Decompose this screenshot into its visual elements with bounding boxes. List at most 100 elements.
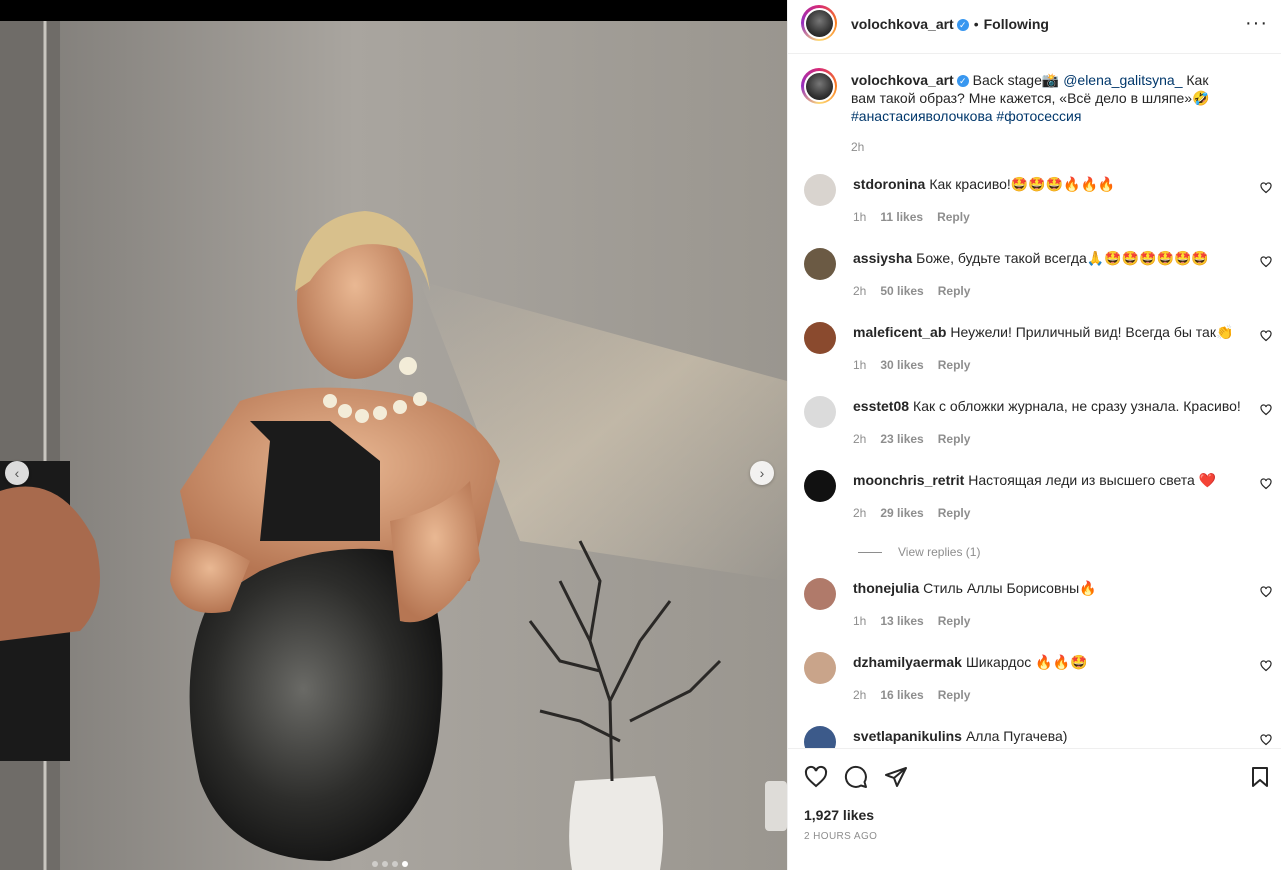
comment-username[interactable]: stdoronina xyxy=(853,176,925,192)
comment-time: 2h xyxy=(853,284,867,298)
comment-avatar[interactable] xyxy=(804,174,836,206)
comment-avatar[interactable] xyxy=(804,396,836,428)
comment-row: moonchris_retrit Настоящая леди из высшег… xyxy=(788,470,1281,530)
chevron-right-icon[interactable]: › xyxy=(750,461,774,485)
carousel-dot xyxy=(392,861,398,867)
post-header: volochkova_art ✓ • Following ··· xyxy=(788,0,1281,54)
reply-button[interactable]: Reply xyxy=(938,284,971,298)
comment-likes[interactable]: 30 likes xyxy=(880,358,923,372)
comment-heart-icon[interactable] xyxy=(1260,182,1272,194)
comment-time: 1h xyxy=(853,614,867,628)
comment-row: assiysha Боже, будьте такой всегда🙏🤩🤩🤩🤩🤩🤩… xyxy=(788,248,1281,308)
bookmark-icon[interactable] xyxy=(1248,765,1272,789)
caption-time: 2h xyxy=(851,140,865,154)
comment-heart-icon[interactable] xyxy=(1260,734,1272,746)
reply-button[interactable]: Reply xyxy=(938,688,971,702)
comment-avatar[interactable] xyxy=(804,578,836,610)
comment-text: moonchris_retrit Настоящая леди из высшег… xyxy=(853,472,1233,489)
comment-row: thonejulia Стиль Аллы Борисовны🔥 1h 13 like… xyxy=(788,578,1281,638)
comment-likes[interactable]: 50 likes xyxy=(880,284,923,298)
comment-heart-icon[interactable] xyxy=(1260,478,1272,490)
avatar[interactable] xyxy=(801,5,837,41)
post-timestamp: 2 HOURS AGO xyxy=(804,831,878,842)
view-replies-button[interactable]: View replies (1) xyxy=(858,545,980,559)
comment-time: 2h xyxy=(853,688,867,702)
comment-time: 2h xyxy=(853,432,867,446)
comment-text: maleficent_ab Неужели! Приличный вид! Все… xyxy=(853,324,1233,341)
comment-body: Боже, будьте такой всегда🙏🤩🤩🤩🤩🤩🤩 xyxy=(916,250,1209,266)
comment-meta: 1h 11 likes Reply xyxy=(853,210,984,224)
comment-avatar[interactable] xyxy=(804,248,836,280)
comment-avatar[interactable] xyxy=(804,652,836,684)
chevron-left-icon[interactable]: ‹ xyxy=(5,461,29,485)
caption-hashtags[interactable]: #анастасияволочкова #фотосессия xyxy=(851,108,1081,124)
comment-meta: 2h 29 likes Reply xyxy=(853,506,984,520)
comment-time: 1h xyxy=(853,210,867,224)
comment-heart-icon[interactable] xyxy=(1260,330,1272,342)
separator-dot: • xyxy=(973,16,979,32)
post-caption: volochkova_art ✓ Back stage📸 @elena_galit… xyxy=(851,71,1231,125)
post-actions: 1,927 likes 2 HOURS AGO xyxy=(788,748,1281,870)
comment-username[interactable]: dzhamilyaermak xyxy=(853,654,962,670)
comment-row: stdoronina Как красиво!🤩🤩🤩🔥🔥🔥 1h 11 likes Re… xyxy=(788,174,1281,234)
top-bar xyxy=(0,0,787,21)
carousel-dot-active xyxy=(402,861,408,867)
comment-likes[interactable]: 29 likes xyxy=(880,506,923,520)
comment-meta: 2h 23 likes Reply xyxy=(853,432,984,446)
comment-likes[interactable]: 23 likes xyxy=(880,432,923,446)
comment-row: maleficent_ab Неужели! Приличный вид! Все… xyxy=(788,322,1281,382)
comment-likes[interactable]: 13 likes xyxy=(880,614,923,628)
comment-text: thonejulia Стиль Аллы Борисовны🔥 xyxy=(853,580,1233,597)
avatar[interactable] xyxy=(801,68,837,104)
view-replies-label: View replies (1) xyxy=(898,545,981,559)
comment-heart-icon[interactable] xyxy=(1260,660,1272,672)
comment-avatar[interactable] xyxy=(804,322,836,354)
reply-button[interactable]: Reply xyxy=(938,614,971,628)
post-image[interactable]: ‹ › xyxy=(0,21,787,870)
comment-icon[interactable] xyxy=(844,765,868,789)
comment-username[interactable]: maleficent_ab xyxy=(853,324,946,340)
reply-button[interactable]: Reply xyxy=(938,506,971,520)
comment-body: Настоящая леди из высшего света ❤️ xyxy=(968,472,1217,488)
post-header-user: volochkova_art ✓ • Following xyxy=(851,16,1049,32)
following-button[interactable]: Following xyxy=(984,16,1049,32)
likes-count[interactable]: 1,927 likes xyxy=(804,807,874,823)
comment-row: esstet08 Как с обложки журнала, не сразу … xyxy=(788,396,1281,456)
comment-body: Неужели! Приличный вид! Всегда бы так👏 xyxy=(950,324,1234,340)
comment-text: esstet08 Как с обложки журнала, не сразу … xyxy=(853,398,1241,414)
comments-list[interactable]: volochkova_art ✓ Back stage📸 @elena_galit… xyxy=(788,54,1281,748)
comment-likes[interactable]: 16 likes xyxy=(880,688,923,702)
comment-body: Алла Пугачева) xyxy=(965,728,1068,744)
comment-meta: 2h 50 likes Reply xyxy=(853,284,984,298)
comment-username[interactable]: assiysha xyxy=(853,250,912,266)
share-icon[interactable] xyxy=(884,765,908,789)
comment-row: dzhamilyaermak Шикардос 🔥🔥🤩 2h 16 likes Repl… xyxy=(788,652,1281,712)
verified-badge-icon: ✓ xyxy=(956,75,969,88)
comment-body: Как с обложки журнала, не сразу узнала. … xyxy=(913,398,1241,414)
comment-likes[interactable]: 11 likes xyxy=(880,210,923,224)
comment-text: assiysha Боже, будьте такой всегда🙏🤩🤩🤩🤩🤩🤩 xyxy=(853,250,1233,267)
caption-text: Back stage📸 xyxy=(968,72,1064,88)
comment-avatar[interactable] xyxy=(804,470,836,502)
comment-username[interactable]: esstet08 xyxy=(853,398,909,414)
username-link[interactable]: volochkova_art xyxy=(851,16,954,32)
comment-username[interactable]: thonejulia xyxy=(853,580,919,596)
comment-text: dzhamilyaermak Шикардос 🔥🔥🤩 xyxy=(853,654,1233,671)
reply-button[interactable]: Reply xyxy=(937,210,970,224)
caption-mention[interactable]: @elena_galitsyna_ xyxy=(1063,72,1182,88)
caption-username[interactable]: volochkova_art xyxy=(851,72,954,88)
comment-body: Шикардос 🔥🔥🤩 xyxy=(965,654,1088,670)
comment-avatar[interactable] xyxy=(804,726,836,748)
comment-username[interactable]: svetlapanikulins xyxy=(853,728,962,744)
comment-heart-icon[interactable] xyxy=(1260,586,1272,598)
carousel-indicator xyxy=(372,861,408,867)
comment-heart-icon[interactable] xyxy=(1260,404,1272,416)
comment-username[interactable]: moonchris_retrit xyxy=(853,472,964,488)
comment-text: svetlapanikulins Алла Пугачева) xyxy=(853,728,1233,744)
reply-button[interactable]: Reply xyxy=(938,432,971,446)
heart-icon[interactable] xyxy=(804,765,828,789)
comment-time: 2h xyxy=(853,506,867,520)
reply-button[interactable]: Reply xyxy=(938,358,971,372)
comment-heart-icon[interactable] xyxy=(1260,256,1272,268)
more-options-icon[interactable]: ··· xyxy=(1245,12,1268,35)
